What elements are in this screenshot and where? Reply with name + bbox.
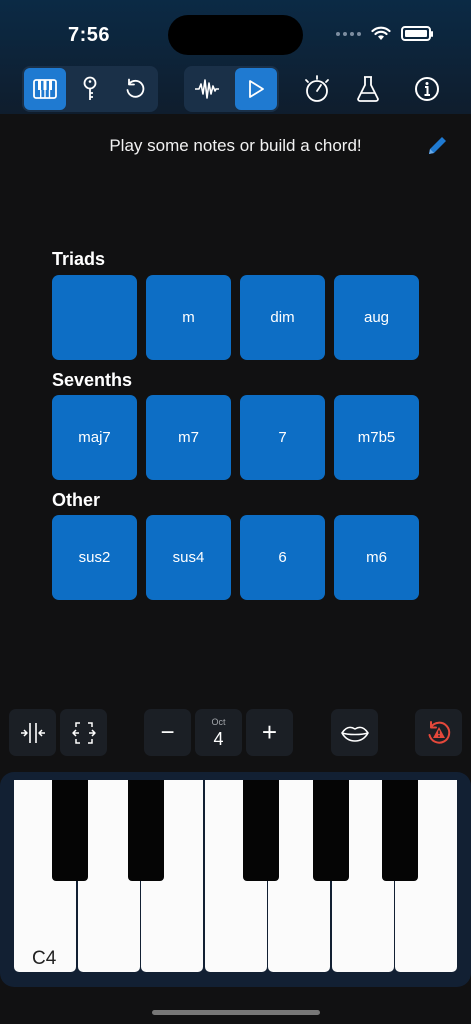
expand-icon [71,721,96,744]
chord-grid-triads: m dim aug [52,275,419,360]
chord-button-major[interactable] [52,275,137,360]
metronome-button[interactable] [300,72,334,106]
chord-grid-other: sus2 sus4 6 m6 [52,515,419,600]
toolbar [0,66,471,112]
octave-label: Oct [211,717,226,727]
compress-keys-button[interactable] [9,709,56,756]
dynamic-island [168,15,303,55]
black-key-a-sharp4[interactable] [382,780,418,881]
info-icon [415,77,439,101]
black-key-f-sharp4[interactable] [243,780,279,881]
home-indicator[interactable] [152,1010,320,1015]
black-key-g-sharp4[interactable] [313,780,349,881]
chord-button-m6[interactable]: m6 [334,515,419,600]
lab-button[interactable] [351,72,385,106]
alert-reset-icon [428,720,450,744]
voice-button[interactable] [331,709,378,756]
undo-icon [126,78,145,98]
black-key-d-sharp4[interactable] [128,780,164,881]
section-title-other: Other [52,490,101,510]
status-icons [336,26,433,41]
mode-segment [22,66,158,112]
key-icon [83,76,97,100]
flask-icon [357,76,379,102]
section-title-triads: Triads [52,249,106,269]
key-label-c4: C4 [32,948,57,969]
chord-grid-sevenths: maj7 m7 7 m7b5 [52,395,419,480]
undo-button[interactable] [114,68,156,110]
waveform-icon [195,79,219,99]
piano-icon [33,79,57,99]
status-time: 7:56 [68,24,111,46]
signal-icon [336,31,361,36]
chord-button-sus2[interactable]: sus2 [52,515,137,600]
chord-button-dim[interactable]: dim [240,275,325,360]
chord-button-m7[interactable]: m7 [146,395,231,480]
octave-value: 4 [213,729,224,749]
compress-icon [20,722,45,743]
chord-button-aug[interactable]: aug [334,275,419,360]
section-title-sevenths: Sevenths [52,370,133,390]
key-mode-button[interactable] [69,68,111,110]
wifi-icon [371,26,391,40]
chord-button-sus4[interactable]: sus4 [146,515,231,600]
play-icon [249,80,264,98]
waveform-button[interactable] [186,68,228,110]
playback-segment [184,66,279,112]
top-bar: 7:56 [0,0,471,114]
pencil-icon [429,137,446,154]
octave-plus-button[interactable]: + [246,709,293,756]
panic-button[interactable] [415,709,462,756]
info-button[interactable] [410,72,444,106]
chord-button-maj7[interactable]: maj7 [52,395,137,480]
battery-icon [401,26,433,41]
piano-mode-button[interactable] [24,68,66,110]
play-mode-button[interactable] [235,68,277,110]
chord-button-6[interactable]: 6 [240,515,325,600]
chord-button-7[interactable]: 7 [240,395,325,480]
chord-button-minor[interactable]: m [146,275,231,360]
expand-keys-button[interactable] [60,709,107,756]
app-root: 7:56 Play some notes or build a chord! T… [0,0,471,1024]
octave-minus-button[interactable]: − [144,709,191,756]
lips-icon [340,726,369,742]
prompt-text: Play some notes or build a chord! [109,136,362,155]
edit-button[interactable] [425,134,449,158]
chord-button-m7b5[interactable]: m7b5 [334,395,419,480]
piano-keyboard: C4 [0,772,471,987]
black-key-c-sharp4[interactable] [52,780,88,881]
metronome-icon [305,75,329,102]
octave-display: Oct 4 [195,709,242,756]
